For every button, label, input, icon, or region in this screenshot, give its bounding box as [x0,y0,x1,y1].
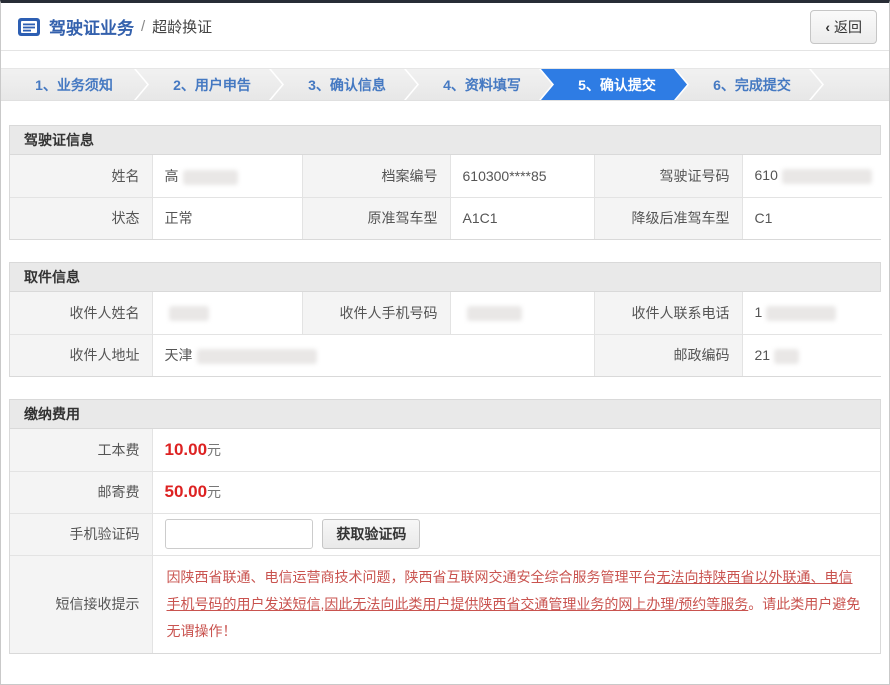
table-row: 状态 正常 原准驾车型 A1C1 降级后准驾车型 C1 [10,197,882,239]
pickup-info-table: 收件人姓名 收件人手机号码 收件人联系电话 1 收件人地址 天津 邮政编码 21 [10,292,882,376]
step-4-fill-data[interactable]: 4、资料填写 [406,69,552,100]
status-value: 正常 [152,197,302,239]
license-number-label: 驾驶证号码 [594,155,742,197]
sms-notice-text: 因陕西省联通、电信运营商技术问题，陕西省互联网交通安全综合服务管理平台无法向持陕… [152,555,880,653]
back-button[interactable]: ‹返回 [810,10,877,44]
table-row: 邮寄费 50.00元 [10,471,880,513]
payment-section: 缴纳费用 工本费 10.00元 邮寄费 50.00元 手机验证码 [9,399,881,654]
redaction-block [183,170,238,185]
sms-notice-label: 短信接收提示 [10,555,152,653]
table-row: 收件人地址 天津 邮政编码 21 [10,334,882,376]
file-number-value: 610300****85 [450,155,594,197]
step-3-confirm-info[interactable]: 3、确认信息 [271,69,417,100]
recipient-name-value [152,292,302,334]
breadcrumb-separator: / [141,18,145,35]
recipient-mobile-label: 收件人手机号码 [302,292,450,334]
step-progress-bar: 1、业务须知 2、用户申告 3、确认信息 4、资料填写 5、确认提交 6、完成提… [1,68,889,101]
downgraded-class-label: 降级后准驾车型 [594,197,742,239]
payment-section-title: 缴纳费用 [10,400,880,429]
step-5-confirm-submit[interactable]: 5、确认提交 [541,69,687,100]
postage-fee-unit: 元 [207,484,221,500]
redaction-block [169,306,209,321]
work-fee-value: 10.00元 [152,429,880,471]
work-fee-label: 工本费 [10,429,152,471]
postage-fee-amount: 50.00 [165,482,208,501]
chevron-left-icon: ‹ [825,19,830,35]
breadcrumb-current: 超龄换证 [152,16,212,37]
get-code-button[interactable]: 获取验证码 [322,519,420,549]
status-label: 状态 [10,197,152,239]
step-bar-filler [811,69,889,100]
back-button-label: 返回 [834,19,862,35]
page: 驾驶证业务 / 超龄换证 ‹返回 1、业务须知 2、用户申告 3、确认信息 4、… [0,0,890,685]
notice-part-1: 因陕西省联通、电信运营商技术问题，陕西省互联网交通安全综合服务管理平台 [167,569,657,585]
postal-code-label: 邮政编码 [594,334,742,376]
license-section-title: 驾驶证信息 [10,126,880,155]
step-6-complete[interactable]: 6、完成提交 [676,69,822,100]
table-row: 工本费 10.00元 [10,429,880,471]
license-number-value: 610 [742,155,882,197]
license-form-icon [17,17,41,37]
page-header: 驾驶证业务 / 超龄换证 ‹返回 [1,3,889,51]
page-title: 驾驶证业务 [49,14,134,39]
postage-fee-label: 邮寄费 [10,471,152,513]
recipient-mobile-value [450,292,594,334]
original-class-label: 原准驾车型 [302,197,450,239]
step-1-notice[interactable]: 1、业务须知 [1,69,147,100]
redaction-block [766,306,836,321]
work-fee-unit: 元 [207,442,221,458]
table-row: 手机验证码 获取验证码 [10,513,880,555]
recipient-phone-label: 收件人联系电话 [594,292,742,334]
original-class-value: A1C1 [450,197,594,239]
sms-code-cell: 获取验证码 [152,513,880,555]
downgraded-class-value: C1 [742,197,882,239]
table-row: 姓名 高 档案编号 610300****85 驾驶证号码 610 [10,155,882,197]
main-content: 驾驶证信息 姓名 高 档案编号 610300****85 驾驶证号码 610 状… [1,125,889,654]
postage-fee-value: 50.00元 [152,471,880,513]
recipient-address-label: 收件人地址 [10,334,152,376]
redaction-block [774,349,799,364]
table-row: 短信接收提示 因陕西省联通、电信运营商技术问题，陕西省互联网交通安全综合服务管理… [10,555,880,653]
redaction-block [782,169,872,184]
pickup-info-section: 取件信息 收件人姓名 收件人手机号码 收件人联系电话 1 收件人地址 天津 [9,262,881,377]
payment-table: 工本费 10.00元 邮寄费 50.00元 手机验证码 获取验证码 短信接收提示 [10,429,880,653]
redaction-block [467,306,522,321]
file-number-label: 档案编号 [302,155,450,197]
license-info-section: 驾驶证信息 姓名 高 档案编号 610300****85 驾驶证号码 610 状… [9,125,881,240]
table-row: 收件人姓名 收件人手机号码 收件人联系电话 1 [10,292,882,334]
redaction-block [197,349,317,364]
pickup-section-title: 取件信息 [10,263,880,292]
recipient-phone-value: 1 [742,292,882,334]
recipient-name-label: 收件人姓名 [10,292,152,334]
recipient-address-value: 天津 [152,334,594,376]
sms-code-label: 手机验证码 [10,513,152,555]
step-2-declaration[interactable]: 2、用户申告 [136,69,282,100]
name-label: 姓名 [10,155,152,197]
work-fee-amount: 10.00 [165,440,208,459]
name-value: 高 [152,155,302,197]
license-info-table: 姓名 高 档案编号 610300****85 驾驶证号码 610 状态 正常 原… [10,155,882,239]
postal-code-value: 21 [742,334,882,376]
sms-code-input[interactable] [165,519,313,549]
